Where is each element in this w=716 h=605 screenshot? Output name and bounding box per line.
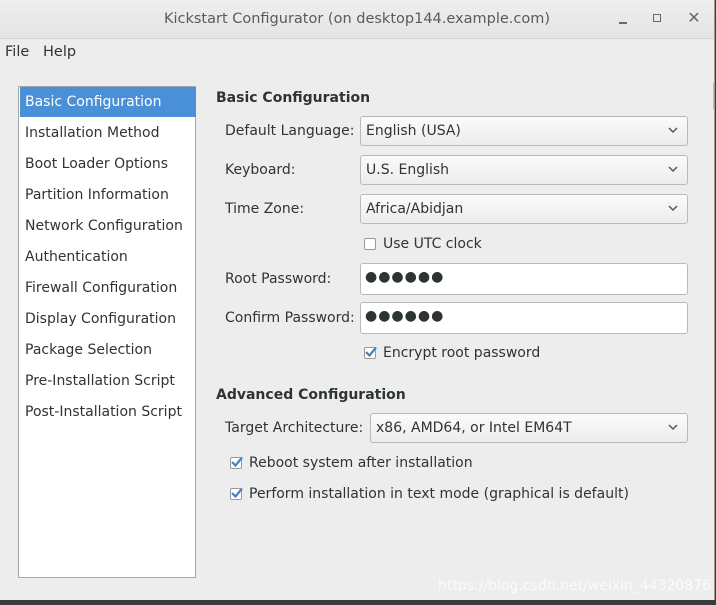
sidebar-item-network-configuration[interactable]: Network Configuration: [20, 211, 196, 241]
root-password-mask: ●●●●●●: [365, 269, 445, 285]
confirm-password-mask: ●●●●●●: [365, 308, 445, 324]
confirm-password-label: Confirm Password:: [225, 310, 355, 326]
confirm-password-input[interactable]: ●●●●●●: [360, 302, 688, 334]
sidebar-list: Basic Configuration Installation Method …: [18, 86, 196, 578]
menu-file[interactable]: File: [5, 44, 29, 60]
keyboard-value: U.S. English: [366, 162, 450, 178]
sidebar-item-pre-installation-script[interactable]: Pre-Installation Script: [20, 366, 196, 396]
root-password-label: Root Password:: [225, 271, 332, 287]
sidebar-item-basic-configuration[interactable]: Basic Configuration: [20, 87, 196, 117]
time-zone-label: Time Zone:: [225, 201, 305, 217]
chevron-down-icon: [668, 205, 678, 212]
chevron-down-icon: [668, 424, 678, 431]
sidebar-item-installation-method[interactable]: Installation Method: [20, 118, 196, 148]
text-mode-checkbox[interactable]: [230, 487, 243, 500]
text-mode-label[interactable]: Perform installation in text mode (graph…: [249, 486, 629, 502]
target-architecture-value: x86, AMD64, or Intel EM64T: [376, 420, 572, 436]
title-bar[interactable]: Kickstart Configurator (on desktop144.ex…: [0, 0, 714, 39]
checkmark-icon: [365, 346, 377, 358]
time-zone-combo[interactable]: Africa/Abidjan: [360, 194, 688, 224]
chevron-down-icon: [668, 127, 678, 134]
sidebar-item-boot-loader-options[interactable]: Boot Loader Options: [20, 149, 196, 179]
default-language-label: Default Language:: [225, 123, 355, 139]
sidebar-item-display-configuration[interactable]: Display Configuration: [20, 304, 196, 334]
advanced-configuration-heading: Advanced Configuration: [216, 387, 406, 403]
menu-bar: File Help: [0, 39, 714, 109]
window-title: Kickstart Configurator (on desktop144.ex…: [163, 11, 551, 27]
chevron-down-icon: [668, 166, 678, 173]
reboot-checkbox[interactable]: [230, 456, 243, 469]
sidebar-item-firewall-configuration[interactable]: Firewall Configuration: [20, 273, 196, 303]
menu-help[interactable]: Help: [43, 44, 76, 60]
sidebar-item-post-installation-script[interactable]: Post-Installation Script: [20, 397, 196, 427]
scrollbar-edge: [713, 83, 714, 109]
keyboard-label: Keyboard:: [225, 162, 296, 178]
target-architecture-label: Target Architecture:: [225, 420, 364, 436]
sidebar-item-package-selection[interactable]: Package Selection: [20, 335, 196, 365]
basic-configuration-heading: Basic Configuration: [216, 90, 371, 106]
time-zone-value: Africa/Abidjan: [366, 201, 464, 217]
sidebar-item-partition-information[interactable]: Partition Information: [20, 180, 196, 210]
encrypt-password-label[interactable]: Encrypt root password: [383, 345, 540, 361]
utc-clock-checkbox[interactable]: [364, 238, 376, 250]
close-button[interactable]: ✕: [684, 8, 704, 28]
minimize-button[interactable]: [613, 8, 633, 28]
watermark-text: https://blog.csdn.net/weixin_44320876: [438, 578, 712, 594]
root-password-input[interactable]: ●●●●●●: [360, 263, 688, 295]
target-architecture-combo[interactable]: x86, AMD64, or Intel EM64T: [370, 413, 688, 443]
checkmark-icon: [231, 487, 243, 499]
default-language-value: English (USA): [366, 123, 461, 139]
checkmark-icon: [231, 456, 243, 468]
encrypt-password-checkbox[interactable]: [364, 346, 377, 359]
utc-clock-label[interactable]: Use UTC clock: [383, 236, 482, 252]
keyboard-combo[interactable]: U.S. English: [360, 155, 688, 185]
default-language-combo[interactable]: English (USA): [360, 116, 688, 146]
sidebar-item-authentication[interactable]: Authentication: [20, 242, 196, 272]
reboot-label[interactable]: Reboot system after installation: [249, 455, 473, 471]
kickstart-window: Kickstart Configurator (on desktop144.ex…: [0, 0, 715, 600]
maximize-button[interactable]: [647, 8, 667, 28]
